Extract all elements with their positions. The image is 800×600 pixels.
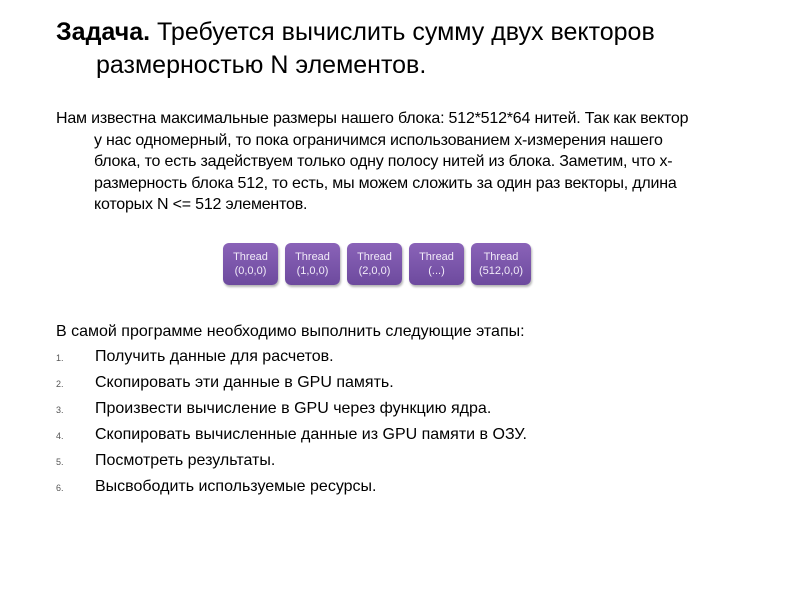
step-number: 3. <box>56 405 64 415</box>
title-continuation: размерностью N элементов. <box>96 51 427 79</box>
steps-list: 1. Получить данные для расчетов. 2. Скопир… <box>56 347 527 503</box>
step-text: Произвести вычисление в GPU через функци… <box>95 400 492 417</box>
intro-paragraph: Нам известна максимальные размеры нашего… <box>56 108 781 216</box>
thread-diagram: Thread (0,0,0) Thread (1,0,0) Thread (2,… <box>223 243 531 285</box>
thread-label: Thread <box>295 251 330 263</box>
intro-line: Нам известна максимальные размеры нашего… <box>56 110 689 127</box>
title-lead: Задача. <box>56 18 151 46</box>
intro-line: блока, то есть задействуем только одну п… <box>94 153 673 170</box>
list-item: 6. Высвободить используемые ресурсы. <box>56 477 527 503</box>
thread-index: (...) <box>428 265 445 277</box>
list-item: 1. Получить данные для расчетов. <box>56 347 527 373</box>
step-text: Скопировать эти данные в GPU память. <box>95 374 394 391</box>
slide-title: Задача. Требуется вычислить сумму двух в… <box>56 16 756 82</box>
thread-box: Thread (0,0,0) <box>223 243 278 285</box>
thread-index: (1,0,0) <box>296 265 329 277</box>
steps-heading: В самой программе необходимо выполнить с… <box>56 323 525 340</box>
list-item: 5. Посмотреть результаты. <box>56 451 527 477</box>
intro-line: размерность блока 512, то есть, мы можем… <box>94 174 677 192</box>
step-text: Высвободить используемые ресурсы. <box>95 478 377 495</box>
thread-box: Thread (512,0,0) <box>471 243 531 285</box>
intro-line: у нас одномерный, то пока ограничимся ис… <box>94 131 663 149</box>
title-text: Требуется вычислить сумму двух векторов <box>157 18 655 46</box>
thread-index: (0,0,0) <box>234 265 267 277</box>
list-item: 4. Скопировать вычисленные данные из GPU … <box>56 425 527 451</box>
step-text: Скопировать вычисленные данные из GPU па… <box>95 426 527 443</box>
thread-index: (512,0,0) <box>478 265 524 277</box>
step-number: 6. <box>56 483 64 493</box>
step-text: Получить данные для расчетов. <box>95 348 334 365</box>
step-number: 2. <box>56 379 64 389</box>
thread-box: Thread (2,0,0) <box>347 243 402 285</box>
thread-label: Thread <box>419 251 454 263</box>
step-number: 4. <box>56 431 64 441</box>
thread-label: Thread <box>357 251 392 263</box>
thread-box: Thread (1,0,0) <box>285 243 340 285</box>
thread-index: (2,0,0) <box>358 265 391 277</box>
list-item: 2. Скопировать эти данные в GPU память. <box>56 373 527 399</box>
thread-label: Thread <box>233 251 268 263</box>
intro-line: которых N <= 512 элементов. <box>94 196 308 213</box>
thread-box: Thread (...) <box>409 243 464 285</box>
step-number: 5. <box>56 457 64 467</box>
thread-label: Thread <box>483 251 519 263</box>
list-item: 3. Произвести вычисление в GPU через функ… <box>56 399 527 425</box>
step-number: 1. <box>56 353 64 363</box>
step-text: Посмотреть результаты. <box>95 452 276 469</box>
